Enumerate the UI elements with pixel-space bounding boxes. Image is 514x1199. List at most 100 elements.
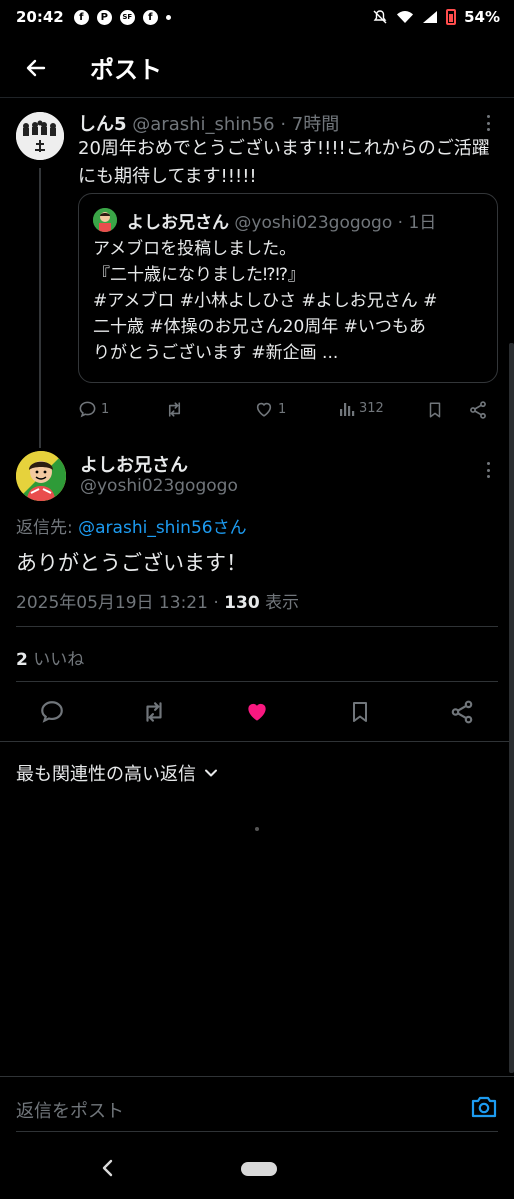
facebook-icon: f [73,9,89,25]
more-options-icon[interactable] [478,113,498,133]
facebook-icon: f [142,9,158,25]
camera-icon [471,1096,497,1118]
replying-to-link[interactable]: @arashi_shin56さん [78,518,246,538]
battery-icon [446,9,457,25]
bookmark-icon [353,702,367,722]
quoted-author-row: よしお兄さん @yoshi023gogogo · 1日 [93,208,436,233]
views-count: 130 [224,593,260,613]
wifi-icon [397,11,414,23]
repost-icon [146,702,162,722]
replying-to: 返信先: @arashi_shin56さん [16,513,247,538]
author-name[interactable]: しん5 [78,114,127,135]
view-count: 312 [359,401,384,416]
likes-count: 2 [16,650,28,670]
scrollbar[interactable] [509,343,514,1073]
p-app-icon: P [96,9,112,25]
author-name[interactable]: よしお兄さん [80,451,188,477]
reply-count: 1 [101,402,110,417]
replies-sort-selector[interactable]: 最も関連性の高い返信 [16,760,218,786]
page-title: ポスト [90,56,162,84]
share-icon [451,700,473,724]
comment-icon [79,401,96,418]
like-button[interactable]: 1 [254,400,286,419]
status-bar: 20:42 f P SF f 54% [0,0,514,34]
avatar[interactable] [16,451,66,501]
camera-button[interactable] [470,1095,498,1119]
quoted-text-line: 『二十歳になりました⁉⁉』 [93,265,305,285]
chevron-left-icon [102,1159,113,1177]
reply-composer[interactable]: 返信をポスト [0,1076,514,1134]
quoted-text-line: #アメブロ #小林よしひさ #よしお兄さん # [93,291,438,311]
back-button[interactable] [16,48,56,88]
notification-icons: f P SF f [73,9,171,25]
like-button[interactable] [243,698,271,726]
signal-icon [423,11,438,23]
replies-sort-label: 最も関連性の高い返信 [16,764,196,785]
views-button[interactable]: 312 [339,400,384,417]
quoted-post-time: 1日 [408,213,437,233]
reply-input[interactable]: 返信をポスト [16,1097,124,1123]
reply-text: 20周年おめでとうございます!!!!これからのご活躍にも期待してます!!!!! [78,138,490,187]
more-notifications-dot [165,14,171,20]
sf-app-icon: SF [119,9,135,25]
views-label: 表示 [265,593,300,613]
top-app-bar: ポスト [0,38,514,98]
share-button[interactable] [448,698,476,726]
likes-label: いいね [33,650,85,670]
yoshi-avatar-image [16,451,66,501]
quoted-author-name: よしお兄さん [127,213,229,233]
quoted-text-line: りがとうございます #新企画 ... [93,343,339,363]
reply-author-row: しん5 @arashi_shin56 · 7時間 [78,110,339,136]
author-handle[interactable]: @yoshi023gogogo [80,476,238,496]
more-options-icon[interactable] [478,460,498,480]
likes-summary[interactable]: 2 いいね [16,645,84,670]
thread-line [39,168,41,448]
status-time: 20:42 [16,8,64,26]
author-handle[interactable]: @arashi_shin56 [132,114,274,135]
repost-button[interactable] [164,400,185,419]
system-home-pill[interactable] [241,1162,277,1176]
heart-filled-icon [248,703,266,721]
like-count: 1 [278,402,287,417]
quoted-text: アメブロを投稿しました。 『二十歳になりました⁉⁉』 #アメブロ #小林よしひさ… [93,236,488,366]
arashi-avatar-image [16,112,64,160]
repost-button[interactable] [140,698,168,726]
chevron-down-icon [205,769,217,777]
separator-dot: · [274,114,292,135]
post-action-bar [0,690,514,734]
divider [16,681,498,682]
system-back-button[interactable] [96,1156,120,1180]
quoted-text-line: 二十歳 #体操のお兄さん20周年 #いつもあ [93,317,426,337]
divider [0,741,514,742]
divider [16,626,498,627]
loading-indicator [255,827,259,831]
mute-icon [373,10,387,24]
bookmark-icon [429,402,441,418]
quoted-post[interactable]: よしお兄さん @yoshi023gogogo · 1日 アメブロを投稿しました。… [78,193,498,383]
repost-icon [168,402,181,417]
post-text: ありがとうございます！ [16,551,247,575]
bookmark-button[interactable] [426,400,444,420]
battery-percent: 54% [464,8,500,26]
post-time: 7時間 [291,114,340,135]
divider [16,1131,498,1132]
separator-dot: · [392,213,409,233]
heart-icon [256,402,272,417]
replying-to-label: 返信先: [16,518,79,538]
comment-icon [41,701,63,723]
reply-action-bar: 1 1 312 [78,396,498,424]
quoted-author-handle: @yoshi023gogogo [234,213,393,233]
bar-chart-icon [340,403,355,416]
share-button[interactable] [468,400,488,420]
arrow-left-icon [26,59,46,76]
bookmark-button[interactable] [346,698,374,726]
avatar[interactable] [16,112,64,160]
separator-dot: · [207,593,225,613]
post-meta: 2025年05月19日 13:21 · 130 表示 [16,588,299,613]
quoted-text-line: アメブロを投稿しました。 [93,239,297,259]
post-datetime: 2025年05月19日 13:21 [16,593,208,613]
share-icon [470,401,486,419]
reply-button[interactable] [38,698,66,726]
reply-button[interactable]: 1 [78,400,109,419]
system-nav-bar [0,1140,514,1199]
